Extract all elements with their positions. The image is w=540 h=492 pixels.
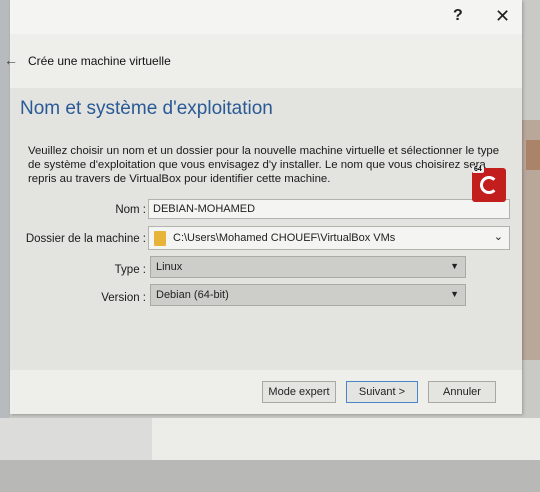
- os-64bit-badge: 64: [472, 166, 484, 173]
- back-arrow-icon[interactable]: ←: [4, 52, 18, 68]
- page-title: Nom et système d'exploitation: [20, 98, 273, 119]
- dialog-titlebar: ? ✕: [10, 0, 522, 34]
- description-line: repris au travers de VirtualBox pour ide…: [28, 173, 331, 185]
- description-line: Veuillez choisir un nom et un dossier po…: [28, 145, 500, 157]
- next-button[interactable]: Suivant >: [346, 381, 418, 403]
- background-app-pane: [152, 418, 540, 462]
- folder-label: Dossier de la machine :: [25, 233, 146, 245]
- cancel-button[interactable]: Annuler: [428, 381, 496, 403]
- wizard-title: Crée une machine virtuelle: [28, 54, 171, 68]
- chevron-down-icon: ⌄: [493, 231, 503, 243]
- dropdown-arrow-icon: ▼: [450, 261, 459, 271]
- version-label: Version :: [101, 292, 146, 304]
- help-button[interactable]: ?: [453, 7, 463, 25]
- folder-icon: [154, 231, 166, 246]
- type-label: Type :: [114, 264, 146, 276]
- dropdown-arrow-icon: ▼: [450, 289, 459, 299]
- folder-path: C:\Users\Mohamed CHOUEF\VirtualBox VMs: [173, 232, 396, 244]
- folder-select[interactable]: C:\Users\Mohamed CHOUEF\VirtualBox VMs ⌄: [148, 226, 510, 250]
- type-select[interactable]: Linux ▼: [150, 256, 466, 278]
- type-value: Linux: [156, 261, 183, 273]
- create-vm-dialog: ? ✕ ← Crée une machine virtuelle Nom et …: [4, 0, 522, 414]
- page-description: Veuillez choisir un nom et un dossier po…: [28, 144, 514, 186]
- name-and-os-page: Nom et système d'exploitation Veuillez c…: [10, 88, 522, 370]
- name-label: Nom :: [115, 204, 146, 216]
- debian-os-icon: 64: [472, 166, 506, 202]
- expert-mode-button[interactable]: Mode expert: [262, 381, 336, 403]
- name-field[interactable]: DEBIAN-MOHAMED: [148, 199, 510, 219]
- version-value: Debian (64-bit): [156, 289, 229, 301]
- version-select[interactable]: Debian (64-bit) ▼: [150, 284, 466, 306]
- debian-swirl-icon: [480, 176, 498, 194]
- background-taskbar: [0, 460, 540, 492]
- description-line: de système d'exploitation que vous envis…: [28, 159, 486, 171]
- background-app-right-detail: [526, 140, 540, 170]
- close-button[interactable]: ✕: [495, 6, 510, 27]
